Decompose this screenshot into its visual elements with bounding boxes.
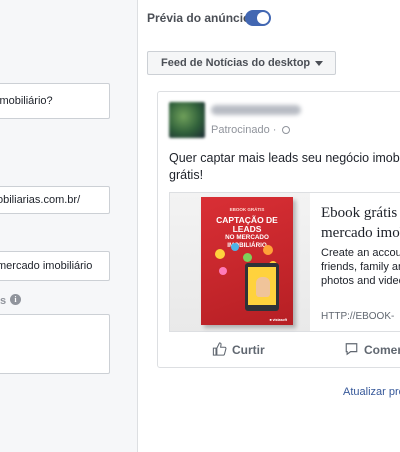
- link-url: HTTP://EBOOK-: [321, 311, 395, 322]
- link-title-line2: mercado imob: [321, 225, 400, 241]
- link-desc-line: photos and videos: [321, 275, 400, 287]
- link-description: Create an account friends, family and ph…: [321, 246, 400, 288]
- link-desc-line: friends, family and: [321, 261, 400, 273]
- hand-illustration: [256, 277, 270, 297]
- post-text: Quer captar mais leads seu negócio imobi…: [169, 151, 400, 182]
- decor-dot: [231, 243, 239, 251]
- decor-dot: [215, 249, 225, 259]
- headline-field[interactable]: imobiliário?: [0, 83, 110, 119]
- comment-icon: [345, 343, 358, 356]
- refresh-preview-link[interactable]: Atualizar pré: [343, 386, 400, 398]
- comment-label: Comer: [364, 343, 400, 357]
- sponsored-label: Patrocinado ·: [211, 124, 277, 136]
- tablet-illustration: [245, 263, 279, 311]
- like-label: Curtir: [232, 343, 265, 357]
- ad-form-panel: imobiliário? obiliarias.com.br/ mercado …: [0, 0, 138, 452]
- like-button[interactable]: Curtir: [212, 342, 265, 357]
- avatar: [169, 102, 205, 138]
- ebook-kicker: EBOOK GRÁTIS: [229, 207, 265, 212]
- ad-preview-panel: Prévia do anúncio Feed de Notícias do de…: [139, 0, 400, 452]
- placement-dropdown[interactable]: Feed de Notícias do desktop: [147, 51, 336, 75]
- link-preview[interactable]: EBOOK GRÁTIS CAPTAÇÃO DE LEADS NO MERCAD…: [169, 192, 400, 332]
- ebook-title-main: CAPTAÇÃO DE LEADS: [216, 215, 278, 234]
- ebook-book: EBOOK GRÁTIS CAPTAÇÃO DE LEADS NO MERCAD…: [201, 197, 293, 325]
- link-description-value: mercado imobiliário: [0, 260, 93, 272]
- headline-value: imobiliário?: [0, 95, 53, 107]
- website-url-value: obiliarias.com.br/: [0, 194, 81, 206]
- info-icon[interactable]: i: [10, 294, 21, 305]
- ad-preview-card: Patrocinado · Quer captar mais leads seu…: [157, 91, 400, 368]
- text-area-field[interactable]: [0, 314, 110, 374]
- sponsored-line: Patrocinado ·: [211, 124, 290, 136]
- tablet-screen: [248, 267, 276, 305]
- globe-icon: [281, 126, 290, 134]
- comment-button[interactable]: Comer: [344, 342, 400, 357]
- field-label-fragment: s: [0, 295, 7, 307]
- decor-dot: [243, 253, 252, 262]
- preview-toggle[interactable]: [245, 10, 271, 26]
- decor-dot: [219, 267, 227, 275]
- caret-down-icon: [315, 61, 323, 66]
- ebook-footer: ■ vistasoft: [269, 318, 287, 322]
- decor-dot: [263, 245, 273, 255]
- link-desc-line: Create an account: [321, 247, 400, 259]
- website-url-field[interactable]: obiliarias.com.br/: [0, 186, 110, 214]
- page-name-blurred: [211, 105, 301, 115]
- link-title-line1: Ebook grátis: [321, 205, 398, 221]
- ebook-cover-image: EBOOK GRÁTIS CAPTAÇÃO DE LEADS NO MERCAD…: [170, 193, 310, 331]
- preview-title: Prévia do anúncio: [147, 11, 251, 25]
- link-description-field[interactable]: mercado imobiliário: [0, 251, 110, 281]
- placement-label: Feed de Notícias do desktop: [161, 57, 311, 69]
- thumbs-up-icon: [212, 342, 227, 356]
- link-title: Ebook grátis mercado imob: [321, 203, 400, 243]
